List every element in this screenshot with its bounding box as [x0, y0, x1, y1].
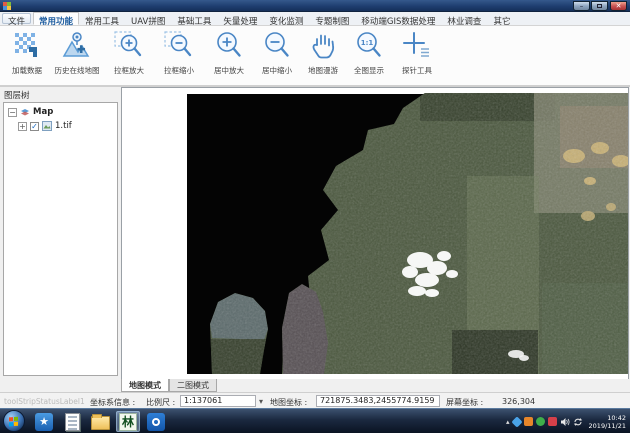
map-pan-button[interactable]: 地图漫游: [298, 29, 348, 83]
status-placeholder-label: toolStripStatusLabel1: [4, 397, 85, 406]
load-data-button[interactable]: 加载数据: [2, 29, 52, 83]
maximize-button[interactable]: [591, 1, 608, 11]
tree-node-label: 1.tif: [55, 121, 72, 131]
star-app-button[interactable]: ★: [32, 411, 56, 432]
status-bar: toolStripStatusLabel1 坐标系信息 : 比例尺 : 1:13…: [0, 392, 630, 408]
center-zoom-in-button[interactable]: 居中放大: [204, 29, 254, 83]
full-extent-button[interactable]: 1:1 全图显示: [344, 29, 394, 83]
tree-node-label: Map: [33, 107, 53, 117]
clock-time: 10:42: [589, 414, 626, 422]
map-viewport[interactable]: [121, 87, 629, 380]
title-bar: – ✕: [0, 0, 630, 12]
layer-panel-title: 图层树: [4, 89, 30, 101]
windows-start-icon: [9, 416, 19, 426]
tab-common-tools[interactable]: 常用工具: [79, 12, 125, 25]
clock-date: 2019/11/21: [589, 422, 626, 430]
box-zoom-out-button[interactable]: 拉框缩小: [154, 29, 204, 83]
explorer-app-button[interactable]: [88, 411, 112, 432]
coord-system-label: 坐标系信息 :: [90, 397, 135, 408]
toolbar-item-label: 探针工具: [392, 65, 442, 76]
o-app-icon: [147, 413, 165, 431]
windows-taskbar: ★ 林 ▴: [0, 408, 630, 433]
map-mode-tabs: 地图模式 二图模式: [121, 379, 629, 392]
desktop: – ✕ 文件 常用功能 常用工具 UAV拼图 基础工具 矢量处理 变化监测 专题…: [0, 0, 630, 433]
tray-blue-gem-icon[interactable]: [511, 416, 522, 427]
box-zoom-in-icon: [113, 30, 145, 62]
tab-uav-mosaic[interactable]: UAV拼图: [125, 12, 171, 25]
system-tray: ▴ 10:42 2019/11/21: [506, 409, 628, 433]
tree-node-map[interactable]: − Map: [8, 107, 117, 117]
star-icon: ★: [35, 413, 53, 431]
collapse-icon[interactable]: −: [8, 108, 17, 117]
ribbon-tab-bar: 文件 常用功能 常用工具 UAV拼图 基础工具 矢量处理 变化监测 专题制图 移…: [0, 12, 630, 26]
notepad-app-button[interactable]: [60, 411, 84, 432]
toolbar-item-label: 历史在线地图: [52, 65, 102, 76]
tab-basic-tools[interactable]: 基础工具: [171, 12, 217, 25]
full-extent-icon: 1:1: [353, 30, 385, 62]
o-app-button[interactable]: [144, 411, 168, 432]
toolbar-item-label: 加载数据: [2, 65, 52, 76]
minimize-button[interactable]: –: [573, 1, 590, 11]
probe-tool-icon: [401, 30, 433, 62]
toolbar-item-label: 地图漫游: [298, 65, 348, 76]
scale-dropdown-icon[interactable]: ▾: [259, 397, 263, 406]
tray-green-shield-icon[interactable]: [536, 417, 545, 426]
layer-tree: − Map + ✓ 1.tif: [3, 102, 118, 376]
toolbar-item-label: 居中放大: [204, 65, 254, 76]
start-button[interactable]: [3, 410, 25, 432]
maximize-icon: [597, 4, 602, 8]
box-zoom-in-button[interactable]: 拉框放大: [104, 29, 154, 83]
probe-tool-button[interactable]: 探针工具: [392, 29, 442, 83]
layer-checkbox[interactable]: ✓: [30, 122, 39, 131]
toolbar-item-label: 居中缩小: [252, 65, 302, 76]
tab-mobile-gis-data[interactable]: 移动端GIS数据处理: [355, 12, 441, 25]
history-online-map-button[interactable]: 历史在线地图: [52, 29, 102, 83]
expand-icon[interactable]: +: [18, 122, 27, 131]
scale-label: 比例尺 :: [146, 397, 175, 408]
tab-dual-map-mode[interactable]: 二图模式: [169, 379, 217, 392]
tray-red-app-icon[interactable]: [548, 417, 557, 426]
hidden-icons-arrow[interactable]: ▴: [506, 418, 510, 426]
tab-change-detection[interactable]: 变化监测: [263, 12, 309, 25]
load-data-icon: [11, 30, 43, 62]
tree-node-layer[interactable]: + ✓ 1.tif: [18, 121, 117, 131]
tab-forestry-survey[interactable]: 林业调查: [441, 12, 487, 25]
app-logo-icon: [3, 2, 11, 10]
main-content: 图层树 − Map + ✓ 1.tif: [0, 86, 630, 379]
tab-map-mode[interactable]: 地图模式: [121, 379, 169, 392]
toolbar-item-label: 拉框放大: [104, 65, 154, 76]
forest-app-icon: 林: [119, 413, 137, 431]
map-coord-value-box: 721875.3483,2455774.9159: [316, 395, 440, 407]
sync-icon[interactable]: [573, 417, 583, 427]
folder-icon: [91, 416, 110, 430]
close-button[interactable]: ✕: [610, 1, 627, 11]
box-zoom-out-icon: [163, 30, 195, 62]
scale-value-box[interactable]: 1:137061: [180, 395, 256, 407]
volume-icon[interactable]: [560, 417, 570, 427]
tab-common-functions[interactable]: 常用功能: [33, 12, 79, 25]
screen-coord-value: 326,304: [502, 397, 535, 406]
center-zoom-in-icon: [213, 30, 245, 62]
screen-coord-label: 屏幕坐标 :: [446, 397, 483, 408]
raster-layer-icon: [42, 121, 52, 131]
center-zoom-out-icon: [261, 30, 293, 62]
pan-hand-icon: [307, 30, 339, 62]
satellite-map-canvas: [122, 88, 628, 379]
forest-gis-app-button[interactable]: 林: [116, 411, 140, 432]
tab-other[interactable]: 其它: [487, 12, 516, 25]
center-zoom-out-button[interactable]: 居中缩小: [252, 29, 302, 83]
ribbon-toolbar: 加载数据 历史在线地图 拉框放大: [0, 26, 630, 86]
toolbar-item-label: 全图显示: [344, 65, 394, 76]
map-group-icon: [20, 107, 30, 117]
toolbar-item-label: 拉框缩小: [154, 65, 204, 76]
tab-file[interactable]: 文件: [2, 13, 31, 24]
map-coord-label: 地图坐标 :: [270, 397, 307, 408]
tab-thematic-mapping[interactable]: 专题制图: [309, 12, 355, 25]
tab-vector-processing[interactable]: 矢量处理: [217, 12, 263, 25]
taskbar-clock[interactable]: 10:42 2019/11/21: [589, 414, 626, 430]
history-online-map-icon: [61, 30, 93, 62]
notepad-icon: [65, 413, 80, 431]
tray-orange-app-icon[interactable]: [524, 417, 533, 426]
svg-text:1:1: 1:1: [361, 39, 374, 47]
